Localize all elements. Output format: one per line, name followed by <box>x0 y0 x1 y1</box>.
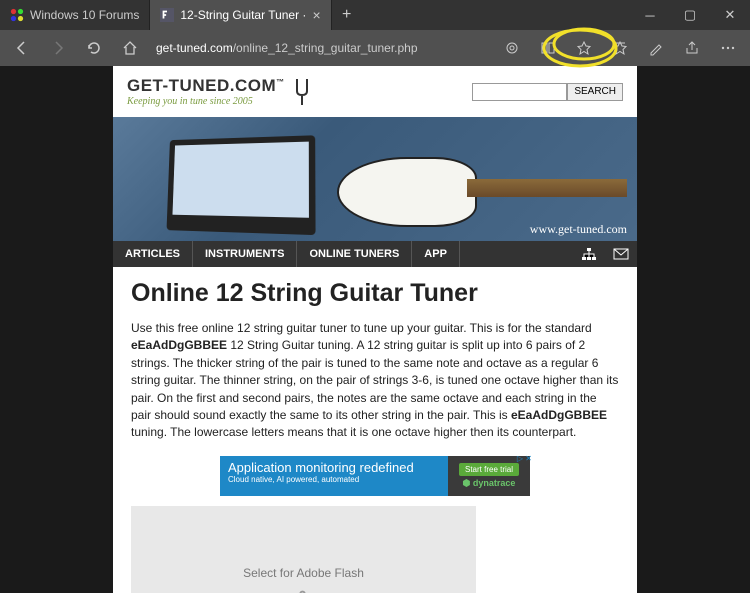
ad-close-icon[interactable]: ▷ ✕ <box>517 454 532 463</box>
search-input[interactable] <box>472 83 567 101</box>
hero-banner: www.get-tuned.com <box>113 117 637 241</box>
address-bar[interactable]: get-tuned.com/online_12_string_guitar_tu… <box>152 41 422 55</box>
page-viewport[interactable]: GET-TUNED.COM™ Keeping you in tune since… <box>0 66 750 593</box>
ad-subtext: Cloud native, AI powered, automated <box>228 475 440 484</box>
new-tab-button[interactable]: + <box>332 0 362 30</box>
nav-instruments[interactable]: INSTRUMENTS <box>193 241 297 267</box>
browser-tab-active[interactable]: 12-String Guitar Tuner · × <box>150 0 331 30</box>
more-icon[interactable] <box>714 34 742 62</box>
extensions-icon[interactable] <box>498 34 526 62</box>
browser-tab-inactive[interactable]: Windows 10 Forums <box>0 0 150 30</box>
ad-headline: Application monitoring redefined <box>228 460 440 475</box>
tuning-fork-icon <box>291 77 313 107</box>
favicon-icon <box>10 8 24 22</box>
close-tab-icon[interactable]: × <box>312 8 320 22</box>
nav-online-tuners[interactable]: ONLINE TUNERS <box>297 241 412 267</box>
browser-toolbar: get-tuned.com/online_12_string_guitar_tu… <box>0 30 750 66</box>
favorites-star-icon[interactable] <box>570 34 598 62</box>
site-logo[interactable]: GET-TUNED.COM™ Keeping you in tune since… <box>127 76 313 107</box>
ad-banner[interactable]: Application monitoring redefined Cloud n… <box>220 456 530 496</box>
close-window-button[interactable]: ✕ <box>710 0 750 30</box>
tab-label: 12-String Guitar Tuner · <box>180 8 306 22</box>
nav-articles[interactable]: ARTICLES <box>113 241 193 267</box>
page-content: GET-TUNED.COM™ Keeping you in tune since… <box>113 66 637 593</box>
back-button[interactable] <box>8 34 36 62</box>
flash-placeholder[interactable]: Select for Adobe Flash <box>131 506 476 593</box>
site-nav: ARTICLES INSTRUMENTS ONLINE TUNERS APP <box>113 241 637 267</box>
favicon-icon <box>160 8 174 22</box>
nav-app[interactable]: APP <box>412 241 460 267</box>
site-search: SEARCH <box>472 83 623 101</box>
site-header: GET-TUNED.COM™ Keeping you in tune since… <box>113 66 637 117</box>
sitemap-icon[interactable] <box>573 241 605 267</box>
tab-label: Windows 10 Forums <box>30 8 139 22</box>
article-body: Use this free online 12 string guitar tu… <box>131 320 619 442</box>
reading-list-icon[interactable] <box>534 34 562 62</box>
ad-brand: ⬢ dynatrace <box>463 478 516 489</box>
flash-label: Select for Adobe Flash <box>243 566 364 580</box>
hero-watermark: www.get-tuned.com <box>530 222 627 237</box>
maximize-button[interactable]: ▢ <box>670 0 710 30</box>
share-icon[interactable] <box>678 34 706 62</box>
forward-button[interactable] <box>44 34 72 62</box>
window-titlebar: Windows 10 Forums 12-String Guitar Tuner… <box>0 0 750 30</box>
minimize-button[interactable]: ─ <box>630 0 670 30</box>
refresh-button[interactable] <box>80 34 108 62</box>
ad-cta[interactable]: Start free trial <box>459 463 519 476</box>
hub-icon[interactable] <box>606 34 634 62</box>
notes-icon[interactable] <box>642 34 670 62</box>
mail-icon[interactable] <box>605 241 637 267</box>
home-button[interactable] <box>116 34 144 62</box>
page-title: Online 12 String Guitar Tuner <box>131 279 619 308</box>
search-button[interactable]: SEARCH <box>567 83 623 101</box>
